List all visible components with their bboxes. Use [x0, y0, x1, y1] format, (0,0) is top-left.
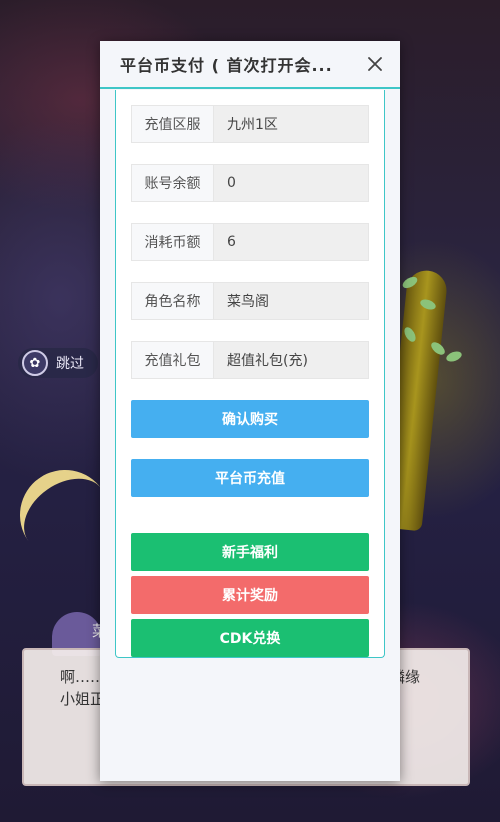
field-gift-pack: 充值礼包 超值礼包(充) — [131, 341, 369, 379]
field-label: 充值区服 — [132, 106, 214, 142]
field-value: 0 — [214, 165, 368, 201]
field-role-name: 角色名称 菜鸟阁 — [131, 282, 369, 320]
cumulative-reward-button[interactable]: 累计奖励 — [131, 576, 369, 614]
field-label: 充值礼包 — [132, 342, 214, 378]
field-server: 充值区服 九州1区 — [131, 105, 369, 143]
confirm-purchase-button[interactable]: 确认购买 — [131, 400, 369, 438]
platform-recharge-button[interactable]: 平台币充值 — [131, 459, 369, 497]
dialog-line: 啊…… — [60, 668, 106, 686]
close-icon — [368, 57, 382, 71]
payment-modal: 平台币支付 ( 首次打开会... 充值区服 九州1区 账号余额 0 消耗币额 6… — [100, 41, 400, 781]
flower-icon: ✿ — [22, 350, 48, 376]
field-label: 账号余额 — [132, 165, 214, 201]
field-value: 菜鸟阁 — [214, 283, 368, 319]
field-cost: 消耗币额 6 — [131, 223, 369, 261]
dialog-text-left: 啊…… 小姐正 — [60, 666, 105, 710]
field-value: 九州1区 — [214, 106, 368, 142]
close-button[interactable] — [364, 53, 386, 75]
modal-header: 平台币支付 ( 首次打开会... — [100, 41, 400, 89]
field-value: 超值礼包(充) — [214, 342, 368, 378]
newbie-welfare-button[interactable]: 新手福利 — [131, 533, 369, 571]
cdk-exchange-button[interactable]: CDK兑换 — [131, 619, 369, 657]
modal-body: 充值区服 九州1区 账号余额 0 消耗币额 6 角色名称 菜鸟阁 充值礼包 超值… — [115, 90, 385, 658]
field-label: 消耗币额 — [132, 224, 214, 260]
field-balance: 账号余额 0 — [131, 164, 369, 202]
field-label: 角色名称 — [132, 283, 214, 319]
skip-label: 跳过 — [56, 356, 84, 372]
skip-button[interactable]: ✿ 跳过 — [18, 348, 98, 378]
modal-title: 平台币支付 ( 首次打开会... — [120, 56, 333, 75]
field-value: 6 — [214, 224, 368, 260]
dialog-line: 小姐正 — [60, 690, 106, 708]
